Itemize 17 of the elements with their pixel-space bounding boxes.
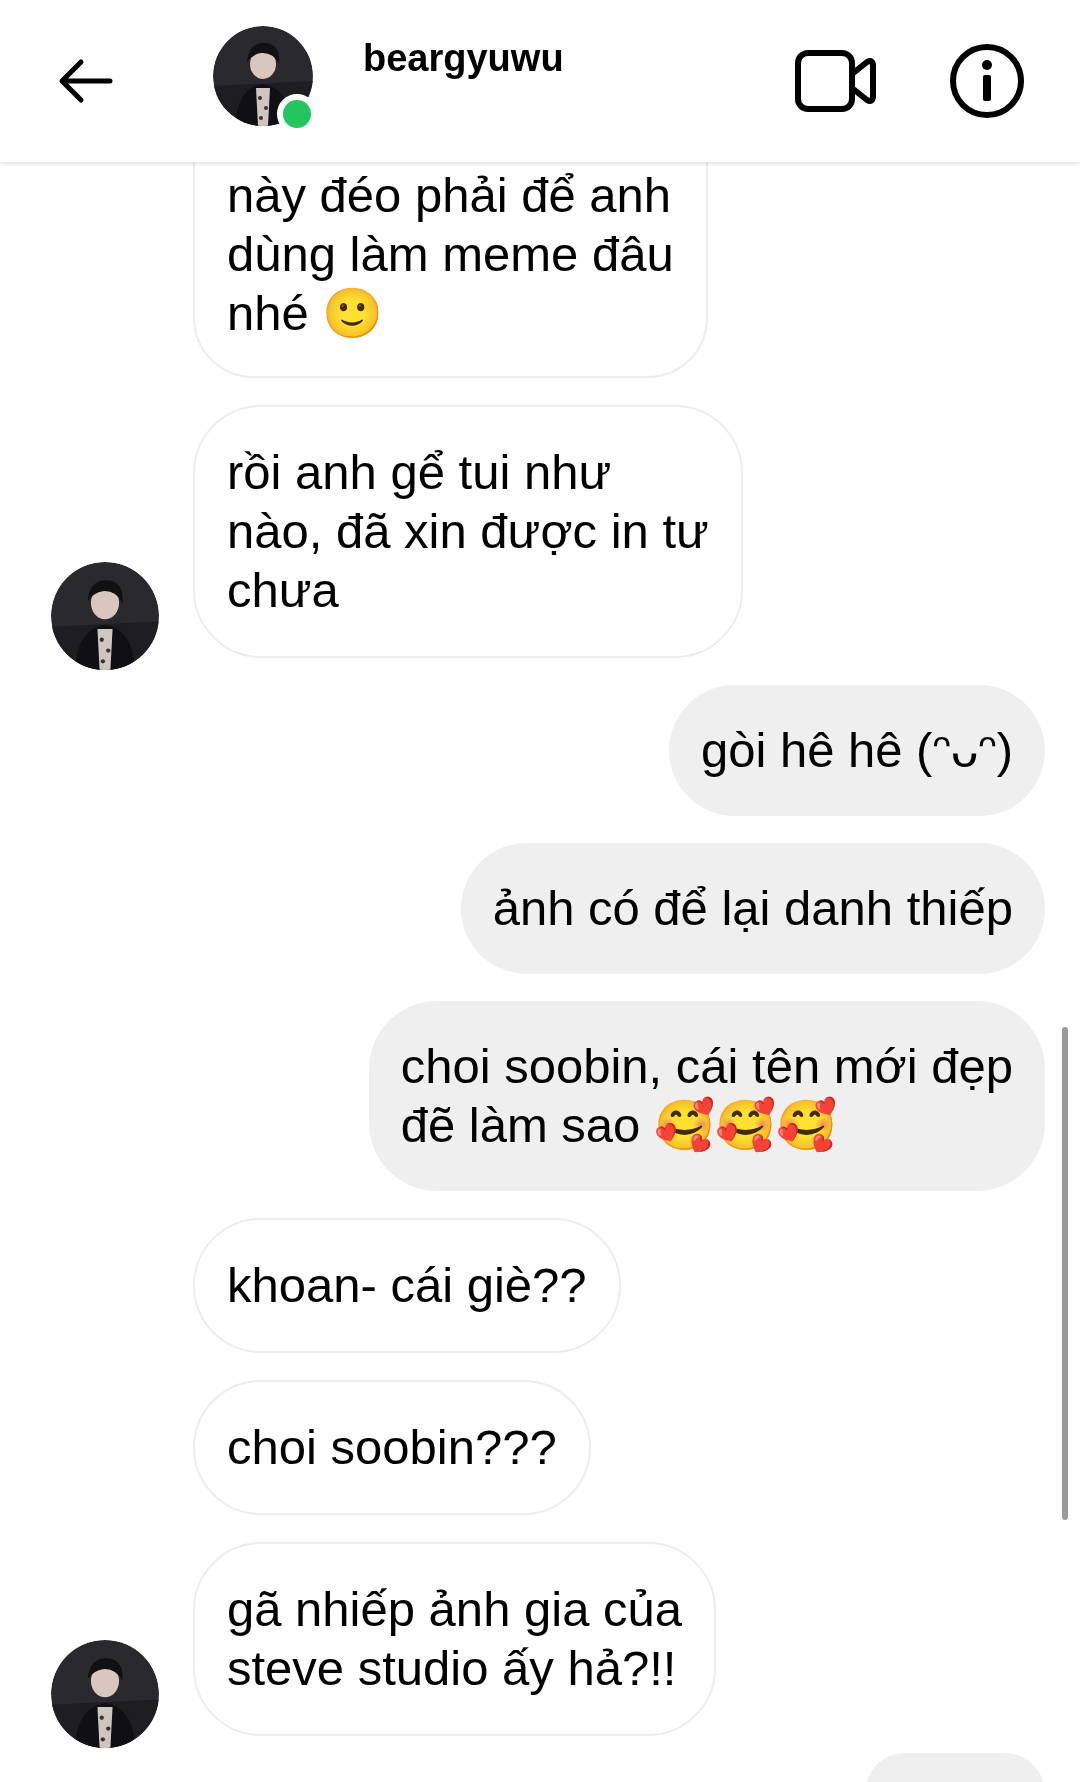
message-line: đẽ làm sao 🥰🥰🥰 (400, 1096, 838, 1154)
info-icon[interactable] (949, 43, 1025, 119)
message-line: chưa (227, 562, 340, 619)
message-line: rồi anh gể tui như (227, 444, 613, 501)
message-line: choi soobin??? (227, 1419, 557, 1476)
username[interactable]: beargyuwu (363, 30, 564, 87)
message-line: choi soobin, cái tên mới đẹp (400, 1038, 1013, 1095)
message-line: gã nhiếp ảnh gia của (227, 1581, 682, 1638)
message-line: nào, đã xin được in tư (227, 503, 709, 560)
message-line: khoan- cái giè?? (227, 1257, 587, 1314)
message-line: nhé 🙂 (227, 285, 385, 342)
message-line: steve studio ấy hả?!! (227, 1640, 678, 1697)
message-line: gòi hê hê (ᵔᴗᵔ) (700, 722, 1013, 779)
message-line: ảnh có để lại danh thiếp (492, 880, 1013, 937)
message-line: dùng làm meme đâu (227, 226, 674, 283)
message-line: này đéo phải để anh (227, 167, 673, 224)
video-camera-icon[interactable] (795, 48, 877, 114)
